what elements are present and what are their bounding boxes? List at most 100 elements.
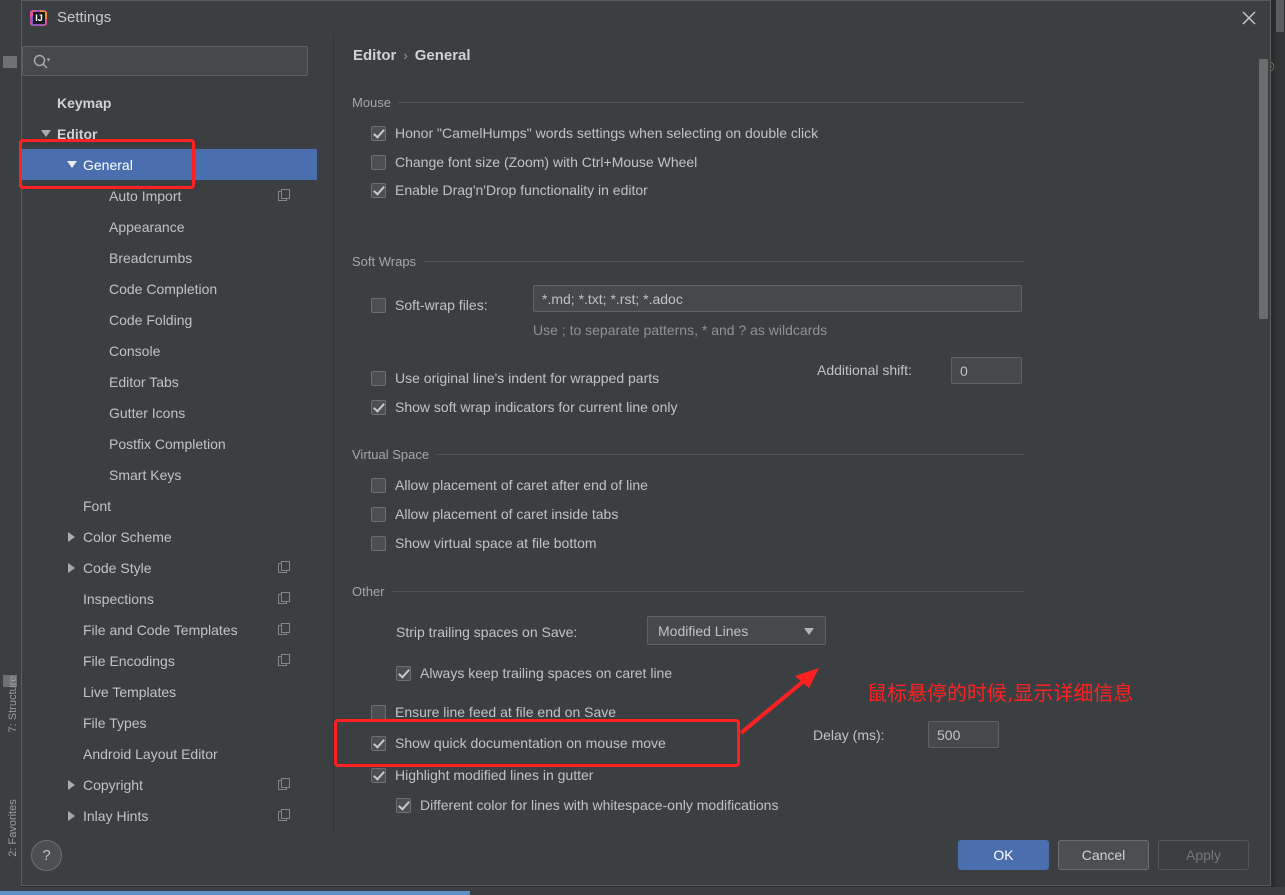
checkbox-box[interactable] xyxy=(371,705,386,720)
checkbox-highlight-modified-lines[interactable]: Highlight modified lines in gutter xyxy=(371,766,593,785)
group-header-mouse: Mouse xyxy=(352,94,1024,110)
checkbox-box[interactable] xyxy=(371,536,386,551)
sidebar-item-file-encodings[interactable]: File Encodings xyxy=(22,645,317,676)
checkbox-box[interactable] xyxy=(371,371,386,386)
additional-shift-input[interactable] xyxy=(951,357,1022,384)
chevron-down-icon[interactable] xyxy=(66,158,79,171)
checkbox-label: Soft-wrap files: xyxy=(395,297,488,313)
sidebar-item-label: Live Templates xyxy=(83,683,177,700)
checkbox-enable-dragndrop[interactable]: Enable Drag'n'Drop functionality in edit… xyxy=(371,181,1024,200)
sidebar-item-live-templates[interactable]: Live Templates xyxy=(22,676,317,707)
sidebar-item-label: Console xyxy=(109,342,161,359)
checkbox-box[interactable] xyxy=(371,507,386,522)
search-input[interactable] xyxy=(57,51,301,73)
checkbox-box[interactable] xyxy=(371,478,386,493)
sidebar-item-color-scheme[interactable]: Color Scheme xyxy=(22,521,317,552)
sidebar-item-keymap[interactable]: Keymap xyxy=(22,87,317,118)
checkbox-label: Show quick documentation on mouse move xyxy=(395,735,666,751)
sidebar-item-font[interactable]: Font xyxy=(22,490,317,521)
sidebar-item-inlay-hints[interactable]: Inlay Hints xyxy=(22,800,317,831)
sidebar-item-code-completion[interactable]: Code Completion xyxy=(22,273,317,304)
checkbox-box[interactable] xyxy=(371,298,386,313)
sidebar-item-label: Font xyxy=(83,497,112,514)
checkbox-use-original-indent[interactable]: Use original line's indent for wrapped p… xyxy=(371,369,659,388)
checkbox-box[interactable] xyxy=(396,798,411,813)
checkbox-box[interactable] xyxy=(371,126,386,141)
checkbox-caret-after-end-of-line[interactable]: Allow placement of caret after end of li… xyxy=(371,476,1024,495)
sidebar-item-postfix-completion[interactable]: Postfix Completion xyxy=(22,428,317,459)
chevron-right-icon[interactable] xyxy=(66,809,79,822)
search-box[interactable] xyxy=(22,46,308,76)
checkbox-box[interactable] xyxy=(396,666,411,681)
delay-label: Delay (ms): xyxy=(813,727,885,743)
apply-button[interactable]: Apply xyxy=(1158,840,1249,870)
sidebar-item-label: Appearance xyxy=(109,218,185,235)
ide-strip-label-structure[interactable]: 7: Structure xyxy=(7,663,19,745)
sidebar-item-label: Inspections xyxy=(83,590,154,607)
ide-scrollbar-thumb[interactable] xyxy=(1276,0,1284,32)
sidebar-item-editor[interactable]: Editor xyxy=(22,118,317,149)
sidebar-item-inspections[interactable]: Inspections xyxy=(22,583,317,614)
settings-content: Editor › General Mouse Honor "CamelHumps… xyxy=(334,35,1272,832)
cancel-button[interactable]: Cancel xyxy=(1058,840,1149,870)
close-icon[interactable] xyxy=(1236,6,1262,30)
checkbox-soft-wrap-files[interactable]: Soft-wrap files: xyxy=(371,296,488,315)
chevron-right-icon[interactable] xyxy=(66,530,79,543)
search-icon xyxy=(33,54,51,70)
sidebar-item-smart-keys[interactable]: Smart Keys xyxy=(22,459,317,490)
sidebar-item-general[interactable]: General xyxy=(22,149,317,180)
intellij-idea-logo-icon: IJ xyxy=(28,7,50,29)
soft-wrap-files-input[interactable] xyxy=(533,285,1022,312)
group-rule xyxy=(436,453,1024,455)
checkbox-box[interactable] xyxy=(371,183,386,198)
sidebar-item-android-layout-editor[interactable]: Android Layout Editor xyxy=(22,738,317,769)
ide-strip-label-favorites[interactable]: 2: Favorites xyxy=(7,787,19,869)
chevron-right-icon[interactable] xyxy=(66,778,79,791)
strip-trailing-dropdown[interactable]: Modified Lines xyxy=(647,616,826,645)
chevron-down-icon[interactable] xyxy=(40,127,53,140)
sidebar-item-breadcrumbs[interactable]: Breadcrumbs xyxy=(22,242,317,273)
sidebar-item-console[interactable]: Console xyxy=(22,335,317,366)
checkbox-always-keep-trailing-spaces[interactable]: Always keep trailing spaces on caret lin… xyxy=(396,664,672,683)
checkbox-box[interactable] xyxy=(371,768,386,783)
ok-button[interactable]: OK xyxy=(958,840,1049,870)
checkbox-virtual-space-at-file-bottom[interactable]: Show virtual space at file bottom xyxy=(371,534,1024,553)
project-scope-icon xyxy=(278,778,291,791)
checkbox-ensure-line-feed[interactable]: Ensure line feed at file end on Save xyxy=(371,703,616,722)
breadcrumb-leaf: General xyxy=(414,47,471,64)
checkbox-box[interactable] xyxy=(371,155,386,170)
group-header-soft-wraps: Soft Wraps xyxy=(352,253,1024,269)
checkbox-caret-inside-tabs[interactable]: Allow placement of caret inside tabs xyxy=(371,505,1024,524)
group-header-virtual-space: Virtual Space xyxy=(352,446,1024,462)
chevron-down-icon xyxy=(804,627,814,635)
checkbox-box[interactable] xyxy=(371,736,386,751)
checkbox-change-font-size-zoom[interactable]: Change font size (Zoom) with Ctrl+Mouse … xyxy=(371,153,1024,172)
checkbox-show-quick-documentation[interactable]: Show quick documentation on mouse move xyxy=(371,734,666,753)
checkbox-box[interactable] xyxy=(371,400,386,415)
screen: 7: Structure 2: Favorites ◎ IJ Settings xyxy=(0,0,1285,895)
chevron-right-icon[interactable] xyxy=(66,561,79,574)
sidebar-item-file-and-code-templates[interactable]: File and Code Templates xyxy=(22,614,317,645)
checkbox-honor-camelhumps[interactable]: Honor "CamelHumps" words settings when s… xyxy=(371,124,1024,143)
sidebar-item-file-types[interactable]: File Types xyxy=(22,707,317,738)
sidebar-item-auto-import[interactable]: Auto Import xyxy=(22,180,317,211)
sidebar-item-code-folding[interactable]: Code Folding xyxy=(22,304,317,335)
content-scrollbar-thumb[interactable] xyxy=(1259,59,1268,319)
checkbox-show-soft-wrap-indicators[interactable]: Show soft wrap indicators for current li… xyxy=(371,398,677,417)
sidebar-item-copyright[interactable]: Copyright xyxy=(22,769,317,800)
sidebar-item-code-style[interactable]: Code Style xyxy=(22,552,317,583)
group-rule xyxy=(423,260,1024,262)
sidebar-item-appearance[interactable]: Appearance xyxy=(22,211,317,242)
help-button[interactable]: ? xyxy=(31,840,62,871)
delay-input[interactable] xyxy=(928,721,999,748)
sidebar-item-editor-tabs[interactable]: Editor Tabs xyxy=(22,366,317,397)
checkbox-different-color-whitespace[interactable]: Different color for lines with whitespac… xyxy=(396,796,778,815)
sidebar-item-gutter-icons[interactable]: Gutter Icons xyxy=(22,397,317,428)
